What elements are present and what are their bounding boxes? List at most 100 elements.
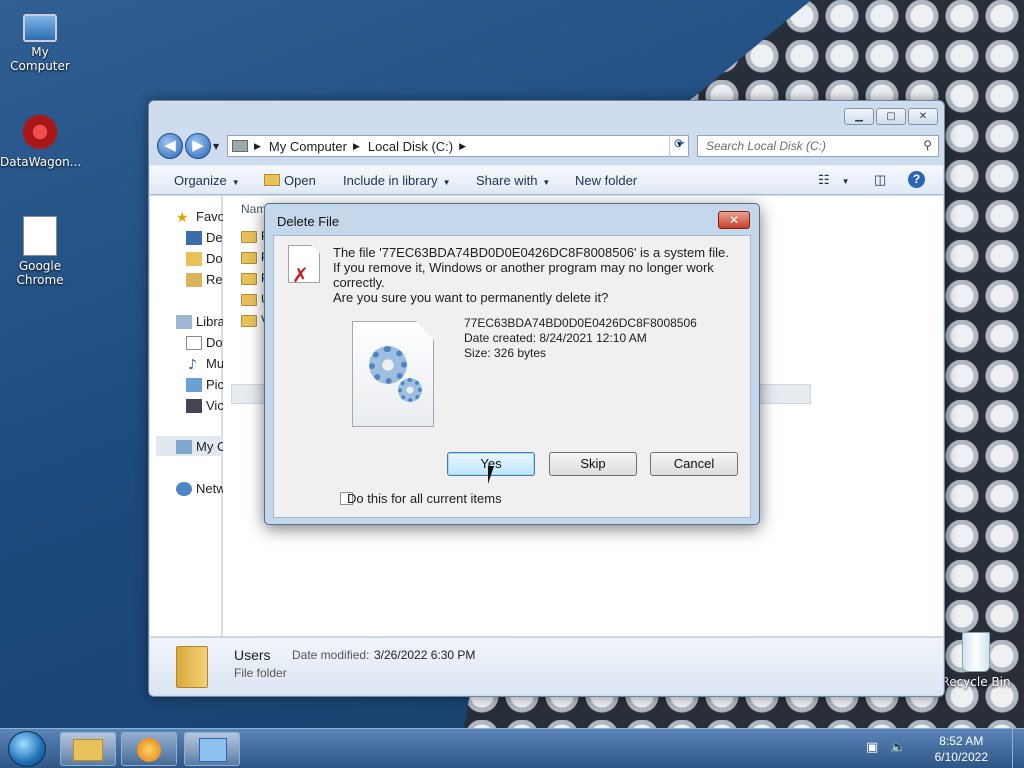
recent-pages-arrow-icon[interactable]: ▼ — [213, 142, 219, 151]
start-button[interactable] — [8, 731, 46, 767]
taskbar-explorer[interactable] — [60, 732, 116, 766]
folder-icon — [241, 294, 257, 306]
details-date-label: Date modified: — [292, 648, 370, 662]
apply-all-label[interactable]: Do this for all current items — [347, 491, 502, 506]
share-label: Share with — [476, 173, 538, 188]
close-window-button[interactable]: ✕ — [908, 108, 938, 125]
network-icon — [176, 482, 192, 496]
delete-file-dialog: Delete File ✕ ✗ The file '77EC63BDA74BD0… — [264, 203, 760, 525]
documents-icon — [186, 336, 202, 350]
chevron-down-icon: ▼ — [231, 178, 240, 187]
breadcrumb-separator-icon: ▶ — [459, 140, 467, 151]
share-with-button[interactable]: Share with ▼ — [476, 173, 550, 188]
recycle-bin-icon — [962, 632, 990, 672]
address-row: ◀ ▶ ▼ ▶ My Computer ▶ Local Disk (C:) ▶ … — [157, 133, 939, 159]
skip-button[interactable]: Skip — [549, 452, 637, 476]
pictures-icon — [186, 378, 202, 392]
command-bar: Organize ▼ Open Include in library ▼ Share… — [150, 165, 943, 195]
desktop-icon-my-computer[interactable]: My Computer — [0, 10, 80, 73]
cancel-button[interactable]: Cancel — [650, 452, 738, 476]
desktop-icon-label: Recycle Bin — [941, 675, 1011, 689]
system-clock[interactable]: 8:52 AM 6/10/2022 — [935, 733, 988, 765]
maximize-button[interactable]: ▢ — [876, 108, 906, 125]
preview-pane-icon[interactable]: ◫ — [874, 172, 886, 188]
media-player-icon — [137, 738, 161, 762]
chevron-down-icon: ▼ — [442, 178, 451, 187]
explorer-icon — [73, 739, 103, 761]
minimize-button[interactable]: ▁ — [844, 108, 874, 125]
desktop-icon-recycle-bin[interactable]: Recycle Bin — [936, 632, 1016, 689]
folder-icon — [241, 252, 257, 264]
libraries-icon — [176, 315, 192, 329]
back-button[interactable]: ◀ — [157, 133, 183, 159]
dialog-close-button[interactable]: ✕ — [718, 211, 750, 229]
gear-icon — [398, 378, 422, 402]
chevron-down-icon: ▼ — [841, 177, 850, 186]
clock-date: 6/10/2022 — [934, 750, 988, 764]
folder-icon — [241, 273, 257, 285]
desktop-icon-label: Google Chrome — [16, 259, 64, 287]
mouse-cursor-icon — [488, 466, 494, 484]
chrome-shortcut-icon — [23, 216, 57, 256]
organize-button[interactable]: Organize ▼ — [174, 173, 240, 188]
organize-label: Organize — [174, 173, 227, 188]
warning-message: The file '77EC63BDA74BD0D0E0426DC8F80085… — [333, 245, 729, 290]
datawagon-icon — [20, 112, 60, 152]
navigation-pane: ★ Favo De Do Re Libra Do ♪ Mu Pic Vic My… — [150, 196, 226, 636]
large-folder-icon — [176, 646, 208, 688]
file-date-created: Date created: 8/24/2021 12:10 AM — [464, 331, 647, 345]
taskbar: ▣ 🔈 8:52 AM 6/10/2022 — [0, 728, 1024, 768]
open-folder-icon — [264, 174, 280, 186]
details-date-value: 3/26/2022 6:30 PM — [374, 648, 476, 662]
forward-button[interactable]: ▶ — [185, 133, 211, 159]
star-icon: ★ — [176, 210, 189, 226]
breadcrumb-separator-icon: ▶ — [254, 140, 261, 151]
column-header-name[interactable]: Nam — [241, 202, 266, 216]
search-input[interactable]: Search Local Disk (C:) ⚲ — [697, 135, 939, 157]
computer-icon — [23, 14, 57, 42]
delete-x-icon: ✗ — [292, 263, 309, 287]
dialog-title: Delete File — [277, 214, 340, 229]
control-panel-icon — [199, 738, 227, 762]
view-options-button[interactable]: ☷ ▼ — [818, 172, 850, 188]
breadcrumb-local-disk[interactable]: Local Disk (C:) — [368, 139, 453, 154]
dialog-body: ✗ The file '77EC63BDA74BD0D0E0426DC8F800… — [273, 235, 751, 518]
address-bar[interactable]: ▶ My Computer ▶ Local Disk (C:) ▶ ▼ — [227, 135, 689, 157]
open-label: Open — [284, 173, 316, 188]
taskbar-control-panel[interactable] — [184, 732, 240, 766]
file-name: 77EC63BDA74BD0D0E0426DC8F8008506 — [464, 316, 697, 330]
volume-icon[interactable]: 🔈 — [890, 740, 906, 755]
breadcrumb-my-computer[interactable]: My Computer — [269, 139, 347, 154]
details-type: File folder — [234, 666, 287, 680]
network-tray-icon[interactable]: ▣ — [866, 740, 878, 755]
show-desktop-button[interactable] — [1012, 729, 1024, 768]
desktop-icon-google-chrome[interactable]: Google Chrome — [0, 216, 80, 287]
downloads-icon — [186, 252, 202, 266]
view-list-icon: ☷ — [818, 172, 830, 187]
videos-icon — [186, 399, 202, 413]
include-in-library-button[interactable]: Include in library ▼ — [343, 173, 451, 188]
folder-icon — [241, 315, 257, 327]
new-folder-button[interactable]: New folder — [575, 173, 637, 188]
recent-places-icon — [186, 273, 202, 287]
include-label: Include in library — [343, 173, 438, 188]
desktop-icon-label: DataWagon... — [0, 155, 82, 169]
desktop-icon — [186, 231, 202, 245]
details-name: Users — [234, 647, 271, 663]
search-icon[interactable]: ⚲ — [923, 138, 932, 152]
clock-time: 8:52 AM — [939, 734, 984, 748]
help-icon[interactable]: ? — [908, 171, 925, 188]
refresh-icon[interactable]: ⟳ — [669, 135, 689, 157]
details-pane: Users File folder Date modified: 3/26/20… — [150, 637, 943, 695]
open-button[interactable]: Open — [264, 173, 316, 188]
taskbar-media-player[interactable] — [121, 732, 177, 766]
confirm-question: Are you sure you want to permanently del… — [333, 290, 609, 305]
desktop-icon-datawagon[interactable]: DataWagon... — [0, 112, 82, 169]
gear-icon — [369, 346, 407, 384]
music-icon: ♪ — [188, 357, 197, 373]
chevron-down-icon: ▼ — [542, 178, 551, 187]
desktop-icon-label: My Computer — [10, 45, 70, 73]
folder-icon — [241, 231, 257, 243]
file-size: Size: 326 bytes — [464, 346, 547, 360]
window-controls: ▁ ▢ ✕ — [844, 108, 938, 125]
